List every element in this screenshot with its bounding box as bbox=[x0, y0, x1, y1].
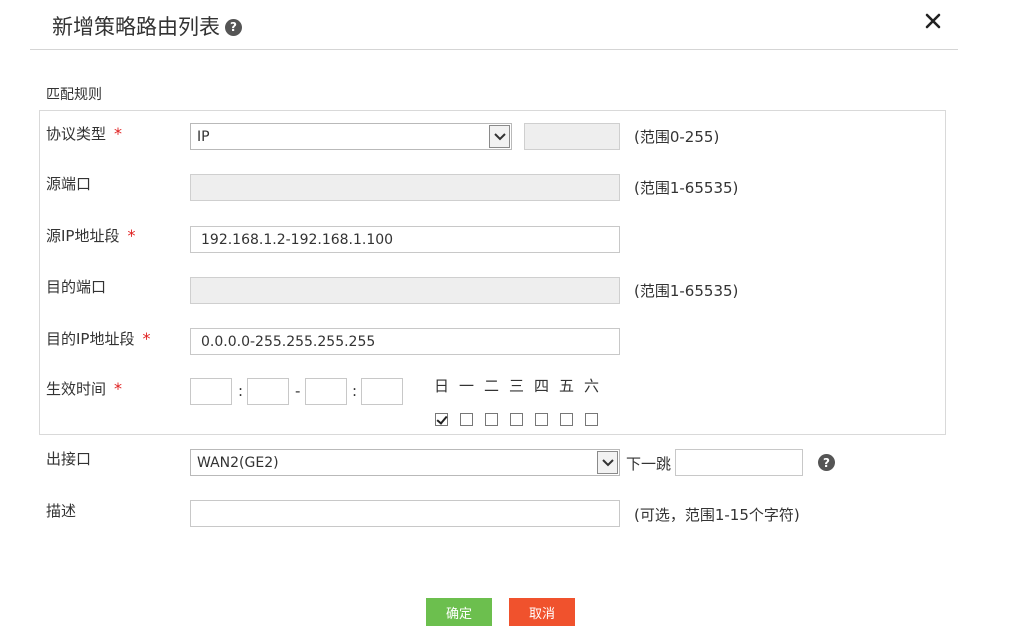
help-icon[interactable]: ? bbox=[225, 18, 242, 36]
cancel-button[interactable]: 取消 bbox=[509, 598, 575, 626]
day-label-sat: 六 bbox=[584, 377, 600, 395]
source-ip-label: 源IP地址段 * bbox=[46, 226, 135, 246]
description-input[interactable] bbox=[190, 500, 620, 527]
chevron-down-icon[interactable] bbox=[489, 125, 510, 148]
description-label: 描述 bbox=[46, 502, 77, 520]
outbound-interface-selected: WAN2(GE2) bbox=[197, 454, 279, 471]
protocol-type-label: 协议类型 * bbox=[46, 124, 122, 144]
source-port-label: 源端口 bbox=[46, 175, 92, 193]
protocol-type-select[interactable]: IP bbox=[190, 123, 512, 150]
protocol-range-hint: (范围0-255) bbox=[634, 128, 720, 146]
day-checkbox-sun[interactable] bbox=[435, 413, 448, 426]
protocol-number-input[interactable] bbox=[524, 123, 620, 150]
required-mark: * bbox=[114, 379, 123, 398]
day-checkbox-mon[interactable] bbox=[460, 413, 473, 426]
protocol-type-selected: IP bbox=[197, 128, 210, 145]
protocol-type-label-text: 协议类型 bbox=[46, 125, 107, 143]
required-mark: * bbox=[142, 329, 151, 348]
description-hint: (可选，范围1-15个字符) bbox=[634, 506, 800, 524]
day-checkbox-wed[interactable] bbox=[510, 413, 523, 426]
outbound-interface-label: 出接口 bbox=[46, 450, 92, 468]
destination-port-range-hint: (范围1-65535) bbox=[634, 282, 739, 300]
destination-port-label: 目的端口 bbox=[46, 278, 107, 296]
day-checkbox-thu[interactable] bbox=[535, 413, 548, 426]
end-minute-input[interactable] bbox=[361, 378, 403, 405]
end-hour-input[interactable] bbox=[305, 378, 347, 405]
header-divider bbox=[30, 49, 958, 50]
dialog-title: 新增策略路由列表 ? bbox=[52, 12, 242, 42]
source-port-range-hint: (范围1-65535) bbox=[634, 179, 739, 197]
dialog-title-text: 新增策略路由列表 bbox=[52, 15, 220, 39]
time-colon: : bbox=[352, 382, 358, 400]
source-port-input[interactable] bbox=[190, 174, 620, 201]
day-checkbox-fri[interactable] bbox=[560, 413, 573, 426]
source-ip-label-text: 源IP地址段 bbox=[46, 227, 120, 245]
destination-ip-label-text: 目的IP地址段 bbox=[46, 330, 135, 348]
close-icon[interactable] bbox=[920, 8, 946, 34]
next-hop-input[interactable] bbox=[675, 449, 803, 476]
destination-port-input[interactable] bbox=[190, 277, 620, 304]
source-ip-input[interactable]: 192.168.1.2-192.168.1.100 bbox=[190, 226, 620, 253]
chevron-down-icon[interactable] bbox=[597, 451, 618, 474]
required-mark: * bbox=[127, 226, 136, 245]
required-mark: * bbox=[114, 124, 123, 143]
day-label-mon: 一 bbox=[459, 377, 475, 395]
day-checkbox-tue[interactable] bbox=[485, 413, 498, 426]
day-label-thu: 四 bbox=[534, 377, 550, 395]
section-label-match-rules: 匹配规则 bbox=[46, 87, 102, 103]
outbound-interface-select[interactable]: WAN2(GE2) bbox=[190, 449, 620, 476]
next-hop-help-icon[interactable]: ? bbox=[818, 454, 835, 471]
dialog: 新增策略路由列表 ? 匹配规则 协议类型 * IP (范围0-255) 源端口 (… bbox=[0, 0, 1036, 640]
effective-time-label: 生效时间 * bbox=[46, 379, 122, 399]
destination-ip-label: 目的IP地址段 * bbox=[46, 329, 150, 349]
next-hop-label: 下一跳 bbox=[626, 455, 672, 473]
start-minute-input[interactable] bbox=[247, 378, 289, 405]
destination-ip-input[interactable]: 0.0.0.0-255.255.255.255 bbox=[190, 328, 620, 355]
start-hour-input[interactable] bbox=[190, 378, 232, 405]
day-label-fri: 五 bbox=[559, 377, 575, 395]
day-checkbox-sat[interactable] bbox=[585, 413, 598, 426]
day-label-tue: 二 bbox=[484, 377, 500, 395]
confirm-button[interactable]: 确定 bbox=[426, 598, 492, 626]
effective-time-label-text: 生效时间 bbox=[46, 380, 107, 398]
day-label-sun: 日 bbox=[434, 377, 450, 395]
time-dash: - bbox=[295, 382, 301, 400]
time-colon: : bbox=[238, 382, 244, 400]
day-label-wed: 三 bbox=[509, 377, 525, 395]
